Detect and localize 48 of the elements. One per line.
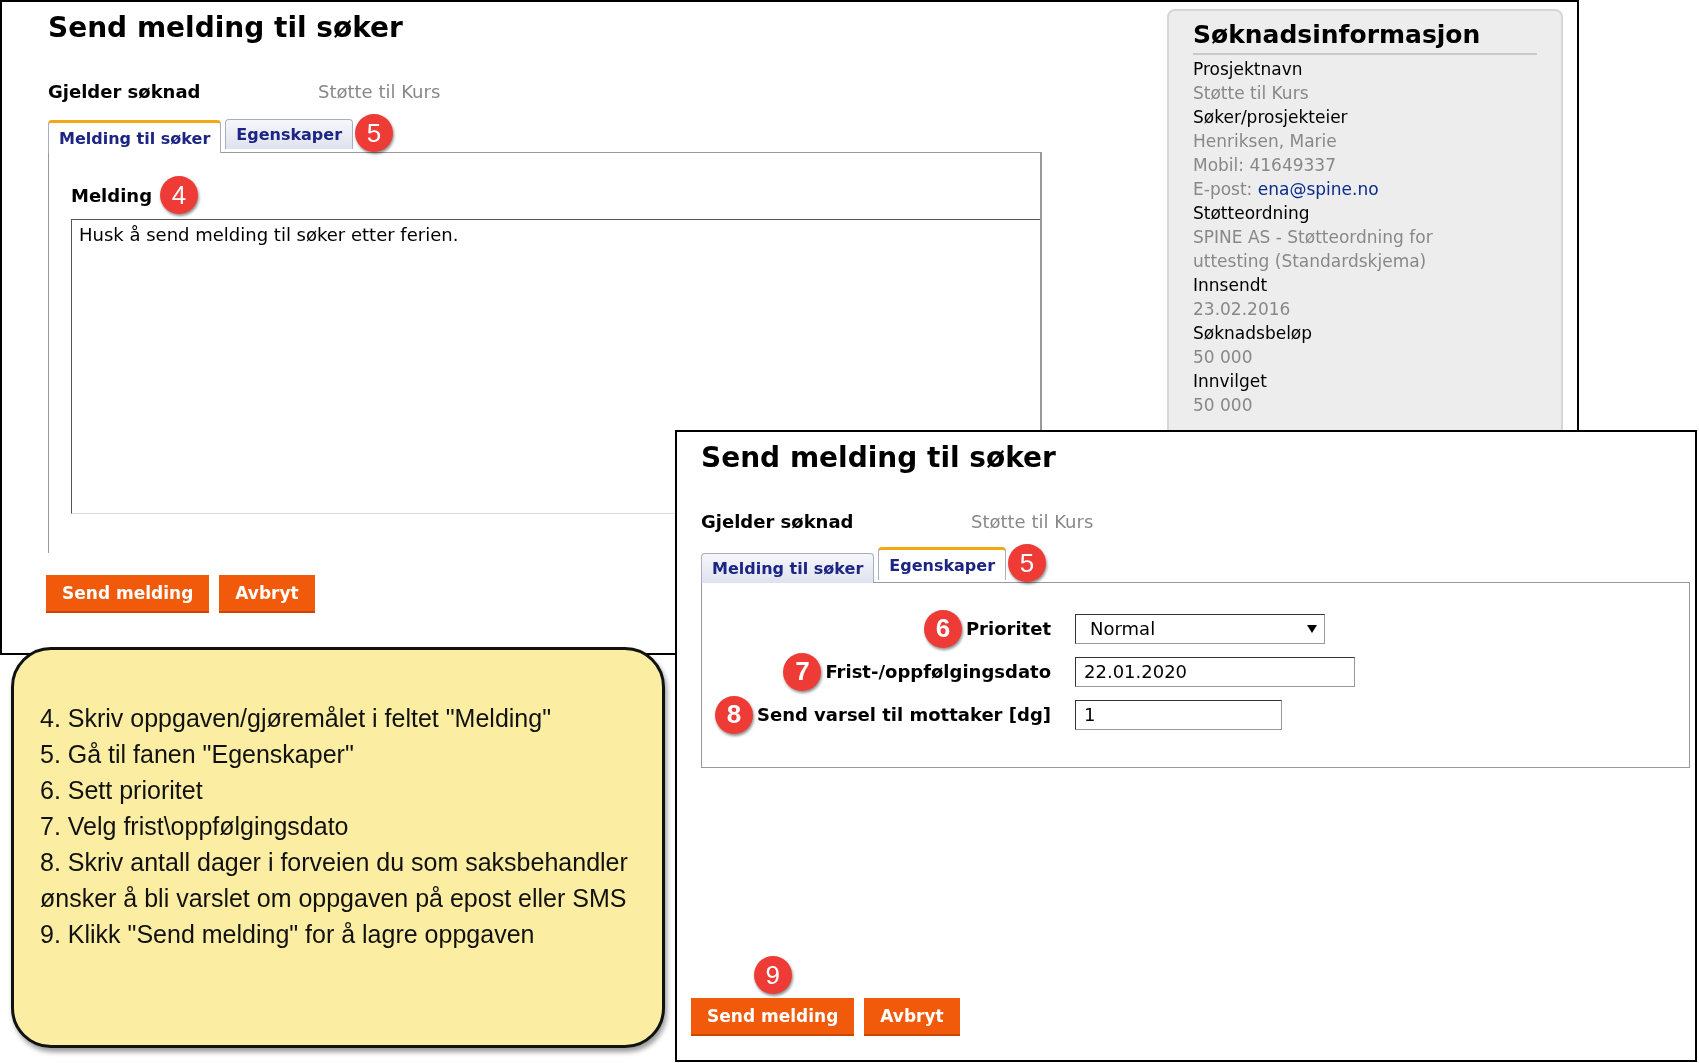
info-value: 50 000 (1193, 394, 1254, 417)
number-field[interactable]: 1 (1075, 699, 1282, 730)
info-value: 23.02.2016 (1193, 298, 1292, 321)
field-value: Støtte til Kurs (971, 510, 1094, 532)
info-value: Støtte til Kurs (1193, 82, 1310, 105)
info-value: SPINE AS - Støtteordning for uttesting (Standardskjema) (1193, 226, 1434, 273)
step-badge: 9 (753, 956, 792, 994)
instruction-text: 6. Sett prioritet (40, 775, 204, 806)
tab[interactable]: Egenskaper (878, 547, 1007, 580)
tab[interactable]: Egenskaper (225, 118, 354, 149)
info-label: Støtteordning (1193, 202, 1311, 225)
info-label: Prosjektnavn (1193, 58, 1304, 81)
instruction-text: 8. Skriv antall dager i forveien du som saksbehandler ønsker å bli varslet om oppgaven på epost eller SMS (40, 847, 629, 914)
step-badge: 6 (923, 609, 962, 648)
window-title: Send melding til søker (701, 440, 1057, 476)
email-link[interactable]: ena@spine.no (1257, 179, 1379, 199)
instruction-text: 7. Velg frist\oppfølgingsdato (40, 811, 350, 842)
date-field[interactable]: 22.01.2020 (1075, 656, 1355, 687)
field-label: Frist-/oppfølgingsdato (825, 661, 1051, 682)
field-label: Send varsel til mottaker [dg] (757, 704, 1051, 725)
field-value: Støtte til Kurs (318, 80, 441, 102)
tab[interactable]: Melding til søker (701, 553, 875, 583)
field-label: Melding (71, 184, 153, 206)
step-badge: 5 (1008, 544, 1047, 582)
instruction-text: 5. Gå til fanen "Egenskaper" (40, 739, 355, 770)
info-value: Mobil: 41649337 (1193, 154, 1337, 177)
panel-title: Søknadsinformasjon (1193, 17, 1537, 55)
field-label: Prioritet (965, 618, 1051, 639)
info-label: Søknadsbeløp (1193, 322, 1314, 345)
field-label: Gjelder søknad (48, 80, 202, 102)
step-badge: 4 (160, 176, 199, 214)
message-field[interactable]: Husk å send melding til søker etter ferien. (71, 219, 1040, 439)
step-badge: 5 (355, 114, 394, 152)
dropdown[interactable]: Normal (1075, 613, 1325, 644)
info-label: Innvilget (1193, 370, 1268, 393)
window-title: Send melding til søker (48, 10, 404, 46)
tab[interactable]: Melding til søker (48, 120, 222, 153)
instruction-text: 9. Klikk "Send melding" for å lagre oppgaven (40, 919, 536, 950)
step-badge: 8 (715, 695, 753, 734)
info-label: Innsendt (1193, 274, 1269, 297)
info-value: E-post: (1193, 179, 1253, 199)
field-label: Gjelder søknad (701, 510, 855, 532)
step-badge: 7 (783, 652, 822, 691)
instruction-text: 4. Skriv oppgaven/gjøremålet i feltet "Melding" (40, 703, 553, 734)
info-value: 50 000 (1193, 346, 1254, 369)
caret-icon (1306, 623, 1318, 634)
info-value: Henriksen, Marie (1193, 130, 1338, 153)
info-label: Søker/prosjekteier (1193, 106, 1349, 129)
